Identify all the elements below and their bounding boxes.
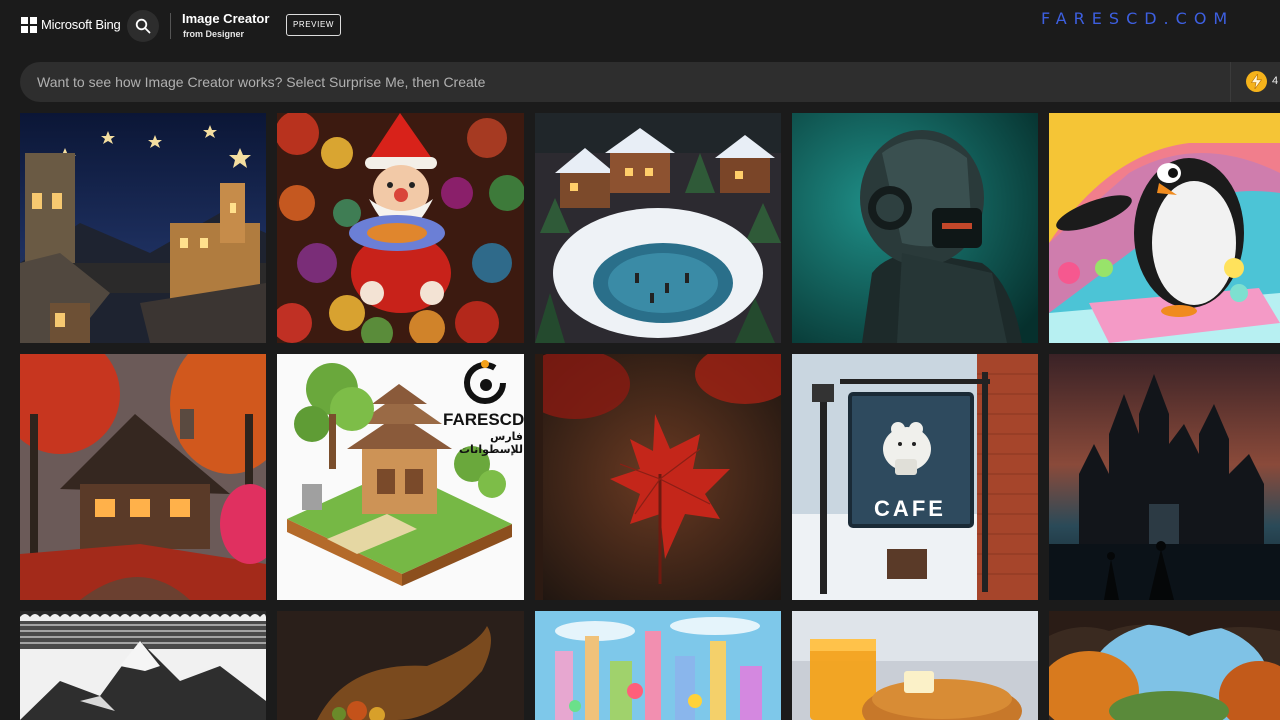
prompt-bar: 4 <box>20 62 1280 102</box>
gallery-image-pagoda[interactable]: FARESCD فارس للإسطوانات <box>277 354 524 600</box>
gallery-image-autumn-cabin[interactable] <box>20 354 266 600</box>
candy-city-picture <box>535 611 781 720</box>
watermark-text: FARESCD.COM <box>1041 9 1235 28</box>
gallery-image-maple-leaf[interactable] <box>535 354 781 600</box>
gallery-image-cafe-sign[interactable]: CAFE <box>792 354 1038 600</box>
prompt-divider <box>1230 62 1231 102</box>
farescd-logo-arabic: فارس للإسطوانات <box>459 430 523 456</box>
dark-castle-picture <box>1049 354 1280 600</box>
gallery-image-santa-ornaments[interactable] <box>277 113 524 343</box>
gallery-image-dark-castle[interactable] <box>1049 354 1280 600</box>
farescd-logo-name: FARESCD <box>443 410 524 429</box>
autumn-cave-picture <box>1049 611 1280 720</box>
gallery-image-cornucopia[interactable] <box>277 611 524 720</box>
cafe-sign-picture: CAFE <box>792 354 1038 600</box>
search-button[interactable] <box>127 10 159 42</box>
mountains-stamp-picture <box>20 611 266 720</box>
starry-town-picture <box>20 113 266 343</box>
gallery-image-starry-town[interactable] <box>20 113 266 343</box>
preview-badge: PREVIEW <box>286 14 341 36</box>
gallery-image-penguin[interactable] <box>1049 113 1280 343</box>
search-icon <box>135 18 151 34</box>
winter-village-picture <box>535 113 781 343</box>
gallery-image-autumn-cave[interactable] <box>1049 611 1280 720</box>
breakfast-picture <box>792 611 1038 720</box>
prompt-input[interactable] <box>37 62 1217 102</box>
gallery-image-mountains-stamp[interactable] <box>20 611 266 720</box>
maple-leaf-picture <box>535 354 781 600</box>
santa-ornaments-picture <box>277 113 524 343</box>
farescd-logo-icon <box>462 360 508 406</box>
header: Microsoft Bing Image Creator from Design… <box>0 0 1280 52</box>
boost-count: 4 <box>1272 75 1279 87</box>
robot-picture <box>792 113 1038 343</box>
gallery-image-winter-village[interactable] <box>535 113 781 343</box>
brand-label[interactable]: Microsoft Bing <box>41 17 121 32</box>
header-divider <box>170 13 171 39</box>
penguin-picture <box>1049 113 1280 343</box>
gallery-image-robot[interactable] <box>792 113 1038 343</box>
gallery-image-breakfast[interactable] <box>792 611 1038 720</box>
autumn-cabin-picture <box>20 354 266 600</box>
page-subtitle: from Designer <box>183 29 245 39</box>
microsoft-logo-icon[interactable] <box>21 17 37 33</box>
page-title[interactable]: Image Creator <box>182 11 269 26</box>
cornucopia-picture <box>277 611 524 720</box>
boost-bolt-icon[interactable] <box>1246 71 1267 92</box>
gallery-image-candy-city[interactable] <box>535 611 781 720</box>
cafe-sign-text: CAFE <box>874 496 946 521</box>
